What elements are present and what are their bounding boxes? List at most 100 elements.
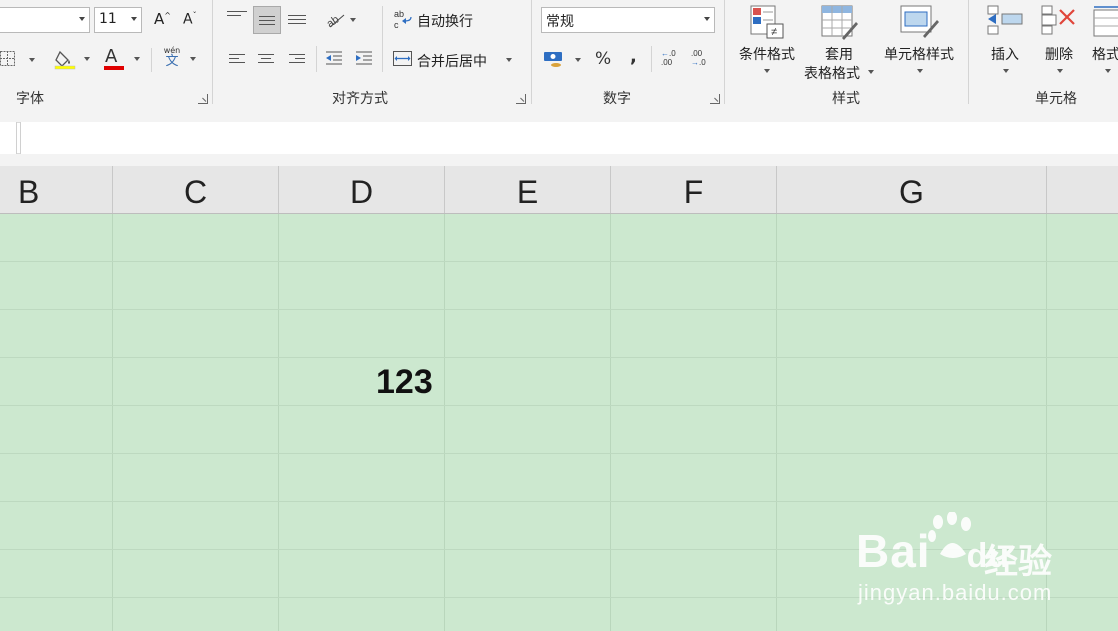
font-name-combo[interactable] xyxy=(0,7,90,33)
format-as-table-button[interactable]: 套用 表格格式 xyxy=(800,2,878,84)
alignment-dialog-launcher-icon[interactable] xyxy=(516,94,526,104)
align-top-button[interactable] xyxy=(227,8,247,24)
format-cells-button[interactable]: 格式 xyxy=(1088,2,1118,78)
chevron-down-icon xyxy=(190,57,196,61)
wrap-text-label: 自动换行 xyxy=(417,14,473,30)
decrease-font-size-button[interactable]: Aˇ xyxy=(180,8,202,32)
grid-line xyxy=(0,357,1118,358)
increase-indent-icon xyxy=(356,51,372,65)
font-color-button[interactable]: A xyxy=(102,46,144,72)
fill-color-button[interactable] xyxy=(52,46,94,72)
increase-decimal-button[interactable]: ←.0.00 xyxy=(660,49,684,71)
chevron-down-icon xyxy=(79,17,85,21)
chevron-down-icon xyxy=(764,69,770,73)
phonetic-char: 文 xyxy=(165,54,179,69)
svg-text:c: c xyxy=(394,20,399,30)
format-cells-icon xyxy=(1093,6,1118,37)
align-left-button[interactable] xyxy=(229,51,245,67)
cell-styles-icon xyxy=(900,5,939,38)
chevron-down-icon xyxy=(506,58,512,62)
grid-line xyxy=(0,405,1118,406)
column-header-b[interactable]: B xyxy=(0,166,113,213)
decrease-decimal-button[interactable]: .00 →.0 xyxy=(690,49,714,71)
font-size-combo[interactable]: 11 xyxy=(94,7,142,33)
align-center-button[interactable] xyxy=(258,51,274,67)
align-middle-button[interactable] xyxy=(253,6,281,34)
phonetic-icon: wén 文 xyxy=(162,46,182,69)
watermark-url: jingyan.baidu.com xyxy=(858,580,1053,605)
font-dialog-launcher-icon[interactable] xyxy=(198,94,208,104)
svg-text:ab: ab xyxy=(325,13,342,30)
insert-label: 插入 xyxy=(991,47,1019,63)
number-dialog-launcher-icon[interactable] xyxy=(710,94,720,104)
increase-font-size-button[interactable]: A^ xyxy=(151,8,173,32)
align-left-icon xyxy=(229,54,245,63)
chevron-down-icon xyxy=(29,58,35,62)
percent-icon: % xyxy=(595,49,612,69)
watermark-cn: 经验 xyxy=(984,542,1052,582)
conditional-formatting-label: 条件格式 xyxy=(739,47,795,63)
font-color-bar xyxy=(104,66,124,70)
align-right-icon xyxy=(289,54,305,63)
formula-input[interactable] xyxy=(20,122,1118,154)
column-header-h[interactable] xyxy=(1047,166,1118,213)
conditional-formatting-icon: ≠ xyxy=(750,5,784,39)
cell-styles-label: 单元格样式 xyxy=(884,47,954,63)
decrease-decimal-icon: .00 →.0 xyxy=(691,49,706,67)
increase-decimal-icon: ←.0.00 xyxy=(661,49,676,67)
chevron-down-icon xyxy=(704,17,710,21)
chevron-down-icon xyxy=(917,69,923,73)
align-center-icon xyxy=(258,54,274,63)
align-bottom-button[interactable] xyxy=(288,12,306,30)
merge-center-button[interactable]: 合并后居中 xyxy=(393,47,518,71)
font-group-label: 字体 xyxy=(16,91,44,107)
font-color-icon: A xyxy=(105,46,118,67)
chevron-down-icon xyxy=(134,57,140,61)
borders-icon xyxy=(0,51,15,66)
styles-group-label: 样式 xyxy=(832,91,860,107)
insert-cells-button[interactable]: 插入 xyxy=(982,2,1028,78)
increase-indent-button[interactable] xyxy=(354,49,374,69)
chevron-down-icon xyxy=(575,58,581,62)
decrease-indent-button[interactable] xyxy=(324,49,344,69)
column-header-g[interactable]: G xyxy=(777,166,1047,213)
format-label: 格式 xyxy=(1092,47,1118,63)
chevron-down-icon xyxy=(868,70,874,74)
percent-style-button[interactable]: % xyxy=(593,48,615,72)
wrap-text-button[interactable]: ab c 自动换行 xyxy=(393,8,488,32)
delete-label: 删除 xyxy=(1045,47,1073,63)
grid-line xyxy=(0,309,1118,310)
alignment-group-label: 对齐方式 xyxy=(332,91,388,107)
svg-text:ab: ab xyxy=(394,9,404,19)
conditional-formatting-button[interactable]: ≠ 条件格式 xyxy=(734,2,800,78)
align-right-button[interactable] xyxy=(289,51,305,67)
merge-center-icon xyxy=(393,51,412,66)
formula-gap xyxy=(0,154,1118,166)
chevron-down-icon xyxy=(84,57,90,61)
cell-d4-value[interactable]: 123 xyxy=(376,363,433,402)
column-header-f[interactable]: F xyxy=(611,166,777,213)
insert-cells-icon xyxy=(987,5,1023,35)
format-as-table-label-1: 套用 xyxy=(825,47,853,63)
increase-font-icon: A^ xyxy=(154,10,171,28)
chevron-down-icon xyxy=(1057,69,1063,73)
comma-style-button[interactable]: , xyxy=(627,46,643,72)
column-headers: B C D E F G xyxy=(0,166,1118,214)
decrease-font-icon: Aˇ xyxy=(183,11,197,28)
grid-line xyxy=(0,261,1118,262)
number-format-combo[interactable]: 常规 xyxy=(541,7,715,33)
column-header-e[interactable]: E xyxy=(445,166,611,213)
column-header-c[interactable]: C xyxy=(113,166,279,213)
phonetic-guide-button[interactable]: wén 文 xyxy=(158,46,200,72)
name-box[interactable] xyxy=(0,122,17,154)
cell-styles-button[interactable]: 单元格样式 xyxy=(880,2,958,78)
borders-button[interactable] xyxy=(0,48,38,72)
delete-cells-button[interactable]: 删除 xyxy=(1036,2,1082,78)
accounting-format-button[interactable] xyxy=(543,48,583,72)
orientation-button[interactable]: ab xyxy=(322,8,360,32)
grid-line xyxy=(0,453,1118,454)
chevron-down-icon xyxy=(131,17,137,21)
column-header-d[interactable]: D xyxy=(279,166,445,213)
comma-icon: , xyxy=(630,46,637,67)
chevron-down-icon xyxy=(1003,69,1009,73)
